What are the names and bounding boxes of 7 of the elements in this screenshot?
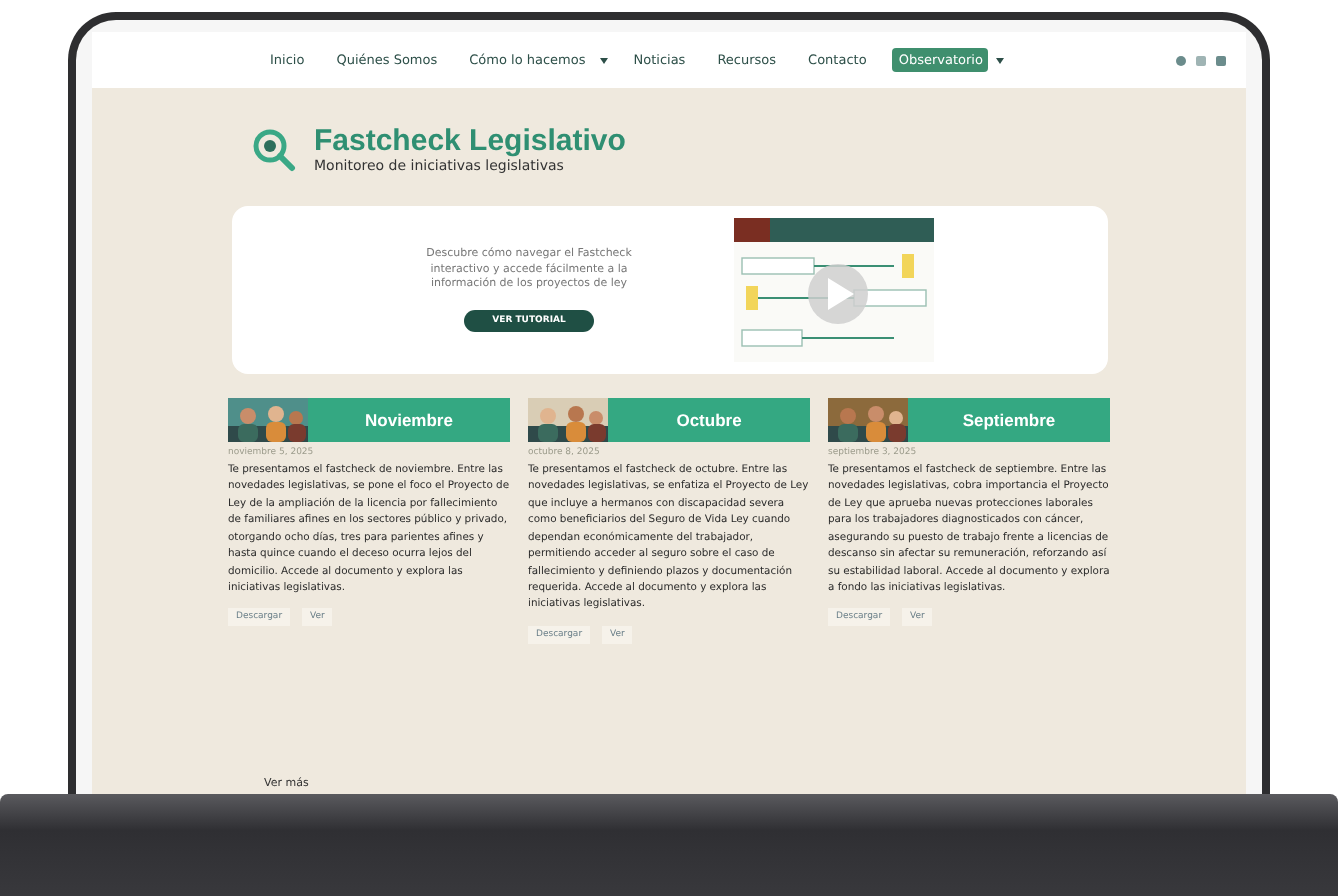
card-title: Septiembre	[908, 398, 1110, 442]
caret-icon[interactable]	[996, 57, 1005, 63]
site-title: Fastcheck Legislativo	[314, 124, 626, 158]
caret-icon[interactable]	[599, 57, 608, 63]
card-title: Octubre	[608, 398, 810, 442]
search-icon	[252, 127, 296, 171]
card-title: Noviembre	[308, 398, 510, 442]
